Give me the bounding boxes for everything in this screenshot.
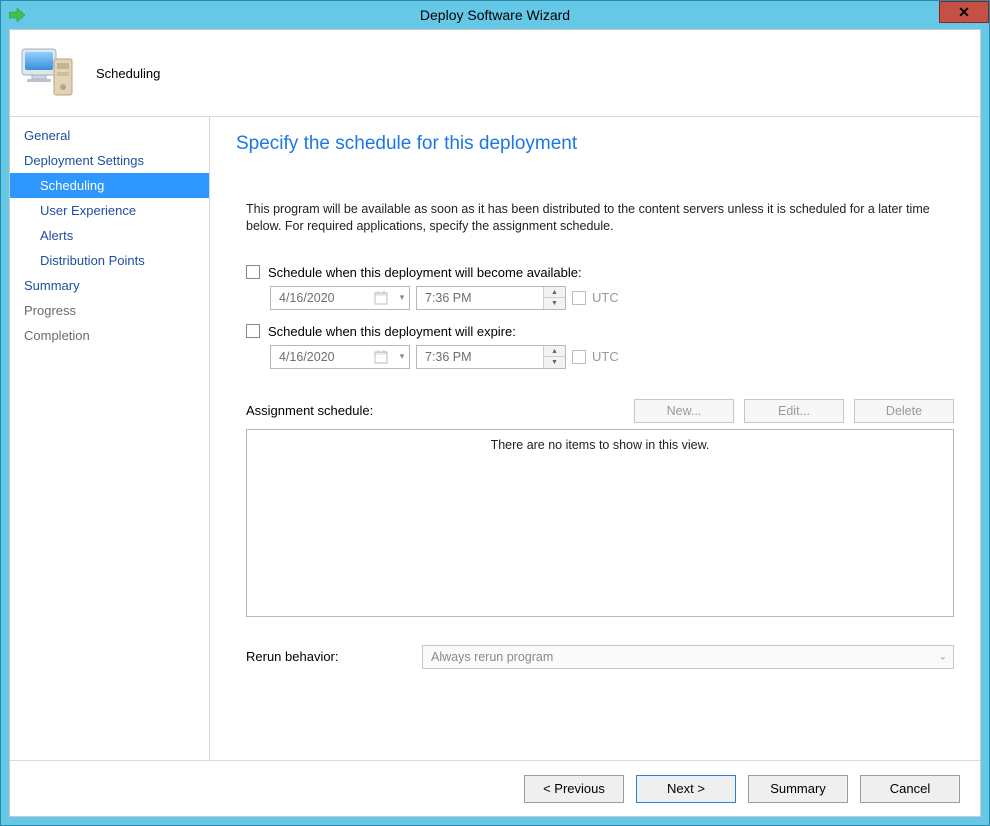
sidebar-item-general[interactable]: General	[10, 123, 209, 148]
wizard-sidebar: General Deployment Settings Scheduling U…	[10, 116, 210, 760]
sidebar-item-user-experience[interactable]: User Experience	[10, 198, 209, 223]
chevron-down-icon: ▾	[395, 287, 409, 309]
time-spinner[interactable]: ▲ ▼	[543, 346, 565, 368]
expire-utc-checkbox[interactable]	[572, 350, 586, 364]
listview-empty-text: There are no items to show in this view.	[491, 438, 710, 452]
expire-datetime-row: 4/16/2020 ▾ 7:36 PM ▲ ▼	[270, 345, 954, 369]
available-utc-box: UTC	[572, 290, 619, 305]
summary-button[interactable]: Summary	[748, 775, 848, 803]
rerun-combobox[interactable]: Always rerun program ⌄	[422, 645, 954, 669]
schedule-expire-checkbox[interactable]	[246, 324, 260, 338]
calendar-icon	[367, 346, 395, 368]
wizard-header: Scheduling	[10, 30, 980, 116]
spinner-up-icon: ▲	[544, 287, 565, 299]
close-icon: ✕	[958, 4, 970, 21]
available-time-value: 7:36 PM	[417, 291, 543, 305]
schedule-available-label: Schedule when this deployment will becom…	[268, 265, 582, 280]
sidebar-item-completion: Completion	[10, 323, 209, 348]
available-date-field[interactable]: 4/16/2020 ▾	[270, 286, 410, 310]
next-button[interactable]: Next >	[636, 775, 736, 803]
available-time-field[interactable]: 7:36 PM ▲ ▼	[416, 286, 566, 310]
assignment-row: Assignment schedule: New... Edit... Dele…	[236, 399, 954, 423]
title-bar: Deploy Software Wizard ✕	[1, 1, 989, 29]
sidebar-item-scheduling[interactable]: Scheduling	[10, 173, 209, 198]
client-area: Scheduling General Deployment Settings S…	[9, 29, 981, 817]
spinner-down-icon: ▼	[544, 298, 565, 309]
assignment-listview[interactable]: There are no items to show in this view.	[246, 429, 954, 617]
available-datetime-row: 4/16/2020 ▾ 7:36 PM ▲ ▼	[270, 286, 954, 310]
close-button[interactable]: ✕	[939, 1, 989, 23]
rerun-row: Rerun behavior: Always rerun program ⌄	[236, 645, 954, 669]
cancel-button[interactable]: Cancel	[860, 775, 960, 803]
spinner-down-icon: ▼	[544, 357, 565, 368]
window-title: Deploy Software Wizard	[1, 7, 989, 23]
schedule-expire-row: Schedule when this deployment will expir…	[246, 324, 954, 339]
spinner-up-icon: ▲	[544, 346, 565, 358]
chevron-down-icon: ▾	[395, 346, 409, 368]
delete-button: Delete	[854, 399, 954, 423]
new-button: New...	[634, 399, 734, 423]
wizard-main: Specify the schedule for this deployment…	[210, 116, 980, 760]
expire-time-field[interactable]: 7:36 PM ▲ ▼	[416, 345, 566, 369]
assignment-label: Assignment schedule:	[246, 403, 373, 418]
expire-utc-label: UTC	[592, 349, 619, 364]
expire-time-value: 7:36 PM	[417, 350, 543, 364]
wizard-icon	[20, 45, 80, 101]
deploy-wizard-window: Deploy Software Wizard ✕	[0, 0, 990, 826]
page-heading: Specify the schedule for this deployment	[236, 133, 954, 155]
sidebar-item-deployment-settings[interactable]: Deployment Settings	[10, 148, 209, 173]
wizard-body: General Deployment Settings Scheduling U…	[10, 116, 980, 760]
schedule-available-row: Schedule when this deployment will becom…	[246, 265, 954, 280]
sidebar-item-distribution-points[interactable]: Distribution Points	[10, 248, 209, 273]
schedule-available-checkbox[interactable]	[246, 265, 260, 279]
calendar-icon	[367, 287, 395, 309]
rerun-value: Always rerun program	[431, 650, 553, 664]
available-utc-label: UTC	[592, 290, 619, 305]
rerun-label: Rerun behavior:	[246, 649, 412, 664]
sidebar-item-alerts[interactable]: Alerts	[10, 223, 209, 248]
assignment-buttons: New... Edit... Delete	[634, 399, 954, 423]
sidebar-item-summary[interactable]: Summary	[10, 273, 209, 298]
wizard-footer: < Previous Next > Summary Cancel	[10, 760, 980, 816]
available-date-value: 4/16/2020	[271, 291, 367, 305]
schedule-expire-label: Schedule when this deployment will expir…	[268, 324, 516, 339]
chevron-down-icon: ⌄	[939, 651, 947, 662]
expire-utc-box: UTC	[572, 349, 619, 364]
previous-button[interactable]: < Previous	[524, 775, 624, 803]
wizard-header-label: Scheduling	[96, 66, 160, 81]
edit-button: Edit...	[744, 399, 844, 423]
expire-date-value: 4/16/2020	[271, 350, 367, 364]
forward-arrow-icon	[5, 5, 29, 25]
expire-date-field[interactable]: 4/16/2020 ▾	[270, 345, 410, 369]
sidebar-item-progress: Progress	[10, 298, 209, 323]
time-spinner[interactable]: ▲ ▼	[543, 287, 565, 309]
available-utc-checkbox[interactable]	[572, 291, 586, 305]
intro-text: This program will be available as soon a…	[236, 201, 954, 235]
